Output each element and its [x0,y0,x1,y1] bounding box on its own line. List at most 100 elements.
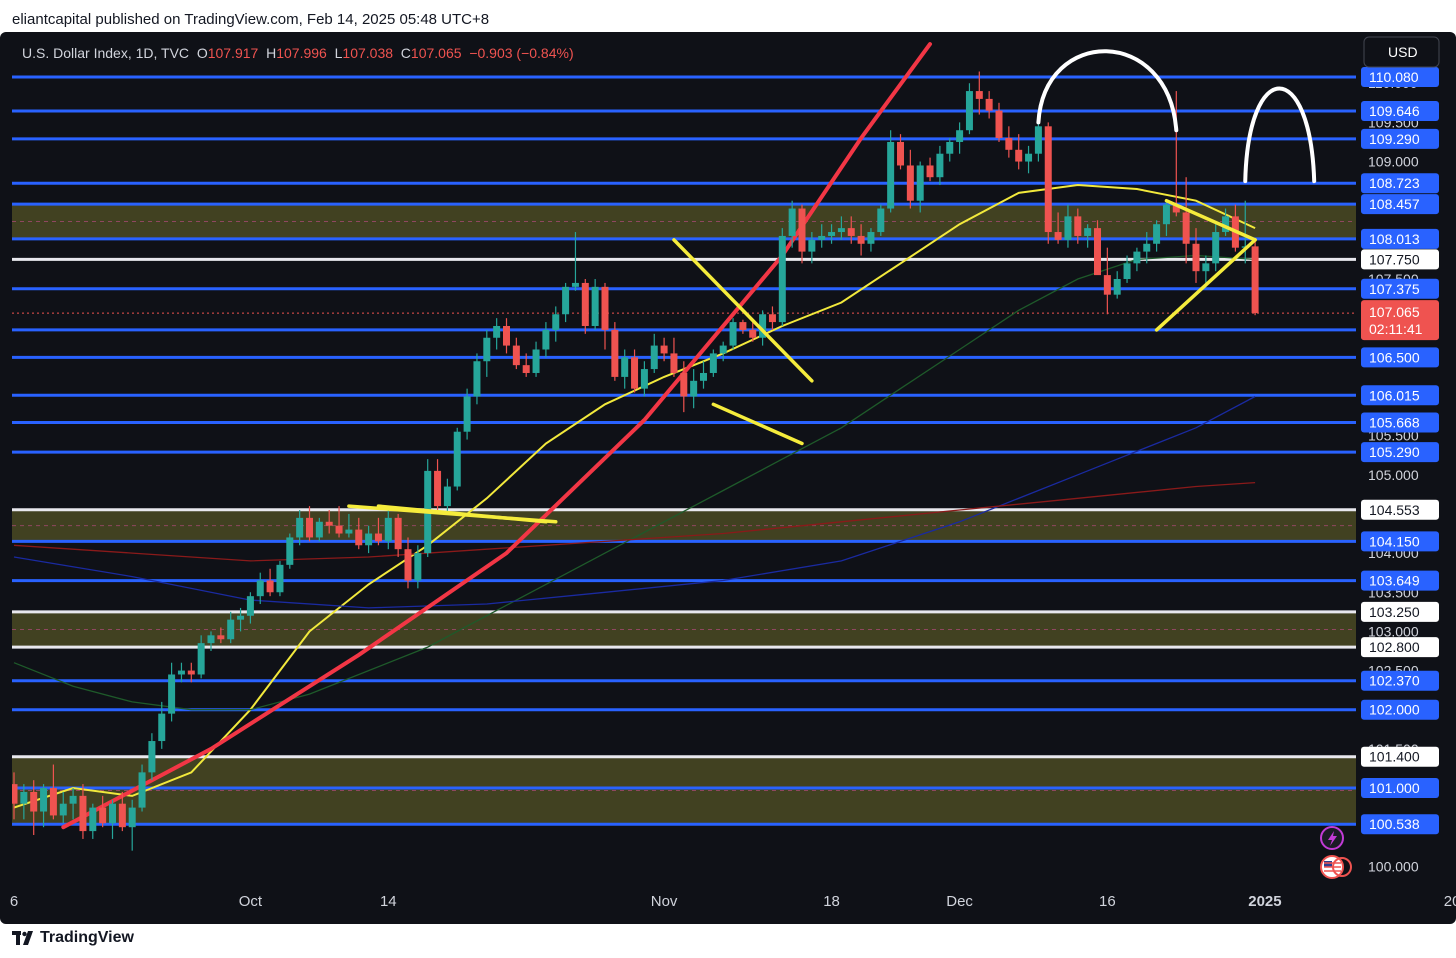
candle-body [345,529,353,534]
candle-body [709,353,717,373]
level-label: 104.553 [1369,502,1420,518]
candle-body [542,329,550,350]
candle-105 [1044,122,1052,244]
candle-body [522,365,530,373]
candle-body [128,807,136,828]
candle-body [463,396,471,432]
candle-body [1251,246,1259,314]
candle-body [177,670,185,675]
candle-body [512,345,520,366]
level-label: 101.000 [1369,780,1420,796]
candle-61 [611,322,619,381]
candle-body [1015,149,1023,162]
level-label: 105.290 [1369,444,1420,460]
candle-body [640,369,648,389]
candle-body [1084,228,1092,236]
currency-button[interactable]: USD [1363,36,1440,68]
candle-body [965,91,973,131]
candle-body [887,141,895,209]
x-tick-label: 18 [823,893,840,910]
candle-60 [601,282,609,350]
brand[interactable]: TradingView [12,929,134,947]
candle-56 [562,282,570,323]
candle-body [1113,279,1121,295]
candle-body [985,98,993,111]
candle-body [246,596,254,616]
candle-body [187,670,195,675]
candle-body [1212,232,1220,264]
brand-name: TradingView [40,929,134,946]
legend-close-label: C [401,45,411,61]
plot-area [12,42,1356,851]
candle-body [40,788,48,812]
candle-body [483,337,491,362]
candle-body [12,784,18,804]
candle-body [306,517,313,538]
candle-body [837,228,845,233]
candle-114 [1133,247,1141,272]
candle-body [631,357,639,389]
legend-symbol: U.S. Dollar Index, 1D, TVC [22,45,197,61]
candle-45 [453,427,461,491]
level-label: 107.750 [1369,251,1420,267]
candle-body [1153,224,1161,244]
candle-96 [956,122,964,154]
level-label: 107.375 [1369,281,1420,297]
candle-70 [700,361,707,389]
y-tick-label: 109.000 [1368,154,1419,170]
candle-body [453,431,461,487]
candle-27 [276,560,284,597]
candle-body [20,791,28,804]
x-tick-label: 14 [380,893,397,910]
x-tick-label: Nov [651,893,678,910]
lightning-icon [1320,826,1344,850]
candle-91 [906,149,914,209]
last-price-value: 107.065 [1369,304,1420,320]
candle-body [89,807,97,832]
x-tick-label: 16 [1099,893,1116,910]
candle-53 [532,341,540,377]
candle-65 [650,333,658,373]
candle-body [394,517,402,550]
candle-body [118,803,126,828]
candle-body [601,286,609,330]
level-label: 103.250 [1369,604,1420,620]
candle-body [768,314,776,323]
head-arc-1 [1243,86,1317,184]
candle-body [384,517,392,542]
x-tick-label: 2025 [1248,893,1281,910]
candle-55 [552,306,560,342]
level-label: 102.000 [1369,702,1420,718]
candle-111 [1103,247,1111,315]
candle-body [217,635,225,640]
candle-body [256,580,264,597]
candle-body [503,326,510,346]
candle-body [739,322,747,330]
candle-body [1054,232,1062,240]
candle-body [552,314,560,330]
candle-body [916,165,924,201]
x-tick-label: Oct [239,893,263,910]
candle-57 [571,232,579,291]
candle-8 [89,803,97,839]
candle-62 [621,349,629,389]
x-tick-label: 20 [1444,893,1456,910]
candle-89 [887,130,895,213]
us-flag-icon-canton [1324,861,1332,867]
candle-body [1123,263,1131,280]
candle-112 [1113,271,1121,299]
x-tick-label: 6 [10,893,18,910]
level-label: 105.668 [1369,414,1420,430]
candle-body [30,791,38,812]
candle-26 [266,568,274,597]
candle-body [670,353,678,373]
candle-body [719,345,727,354]
price-chart[interactable]: 110.000109.500109.000107.500105.500105.0… [0,32,1456,924]
level-label: 103.649 [1369,573,1420,589]
candle-80 [798,204,806,264]
candle-body [79,795,87,832]
candle-body [355,529,363,546]
candle-49 [493,318,501,350]
y-tick-label: 100.000 [1368,858,1419,874]
level-label: 101.400 [1369,749,1420,765]
